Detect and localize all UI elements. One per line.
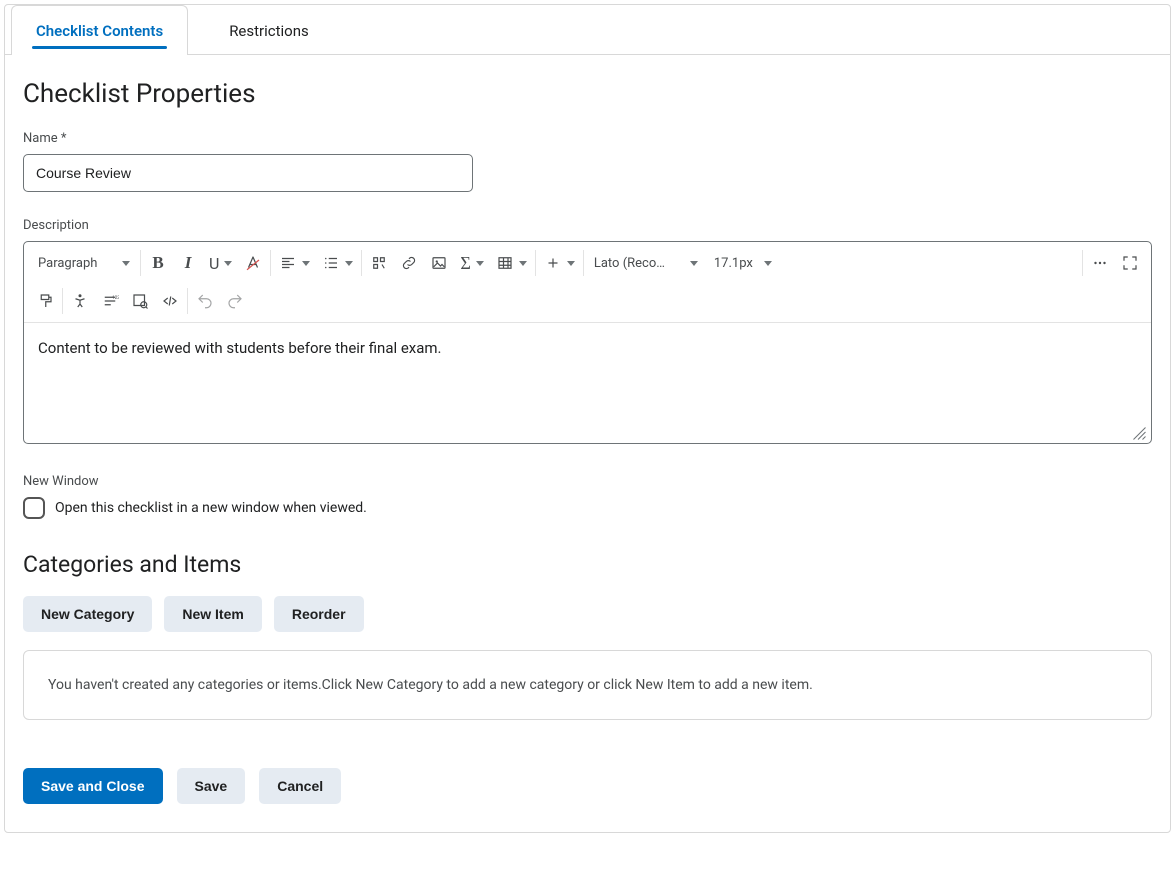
page-frame: Checklist Contents Restrictions Checklis…	[4, 4, 1171, 833]
table-dropdown[interactable]	[490, 246, 533, 280]
new-window-checkbox[interactable]	[23, 497, 45, 519]
empty-state-message: You haven't created any categories or it…	[23, 650, 1152, 720]
chevron-down-icon	[122, 261, 130, 266]
separator	[361, 250, 362, 276]
editor-toolbar: Paragraph B I U	[24, 242, 1151, 323]
svg-text:123: 123	[112, 295, 119, 301]
separator	[583, 250, 584, 276]
heading-categories: Categories and Items	[23, 551, 1152, 578]
accessibility-checker-button[interactable]	[65, 284, 95, 318]
insert-stuff-button[interactable]	[364, 246, 394, 280]
tab-restrictions[interactable]: Restrictions	[204, 5, 334, 54]
format-painter-button[interactable]	[30, 284, 60, 318]
name-input[interactable]	[23, 154, 473, 192]
description-label: Description	[23, 218, 1152, 233]
cancel-button[interactable]: Cancel	[259, 768, 341, 804]
fullscreen-button[interactable]	[1115, 246, 1145, 280]
editor-content[interactable]: Content to be reviewed with students bef…	[24, 323, 1151, 443]
equation-dropdown[interactable]: Σ	[454, 246, 489, 280]
chevron-down-icon	[302, 261, 310, 266]
italic-button[interactable]: I	[173, 246, 203, 280]
content-area: Checklist Properties Name * Description …	[5, 55, 1170, 832]
heading-properties: Checklist Properties	[23, 79, 1152, 109]
new-window-checkbox-label: Open this checklist in a new window when…	[55, 500, 367, 516]
save-and-close-button[interactable]: Save and Close	[23, 768, 163, 804]
separator	[535, 250, 536, 276]
chevron-down-icon	[690, 261, 698, 266]
new-window-label: New Window	[23, 474, 1152, 489]
insert-image-button[interactable]	[424, 246, 454, 280]
new-item-button[interactable]: New Item	[164, 596, 261, 632]
word-count-button[interactable]: 123	[95, 284, 125, 318]
editor-text: Content to be reviewed with students bef…	[38, 339, 442, 357]
chevron-down-icon	[567, 261, 575, 266]
font-size-label: 17.1px	[714, 256, 753, 271]
insert-more-dropdown[interactable]	[538, 246, 581, 280]
paragraph-style-dropdown[interactable]: Paragraph	[30, 246, 138, 280]
chevron-down-icon	[476, 261, 484, 266]
tabs-bar: Checklist Contents Restrictions	[5, 5, 1170, 55]
font-family-dropdown[interactable]: Lato (Recomm…	[586, 246, 706, 280]
name-label: Name *	[23, 131, 1152, 146]
font-color-button[interactable]	[238, 246, 268, 280]
tab-checklist-contents[interactable]: Checklist Contents	[11, 5, 188, 55]
redo-button[interactable]	[220, 284, 250, 318]
reorder-button[interactable]: Reorder	[274, 596, 364, 632]
paragraph-label: Paragraph	[38, 256, 97, 271]
chevron-down-icon	[764, 261, 772, 266]
underline-icon: U	[209, 254, 219, 273]
resize-handle[interactable]	[1129, 423, 1147, 441]
separator	[140, 250, 141, 276]
chevron-down-icon	[345, 261, 353, 266]
more-actions-button[interactable]	[1085, 246, 1115, 280]
preview-button[interactable]	[125, 284, 155, 318]
insert-link-button[interactable]	[394, 246, 424, 280]
separator	[1082, 250, 1083, 276]
underline-dropdown[interactable]: U	[203, 246, 238, 280]
separator	[187, 288, 188, 314]
bold-button[interactable]: B	[143, 246, 173, 280]
font-family-label: Lato (Recomm…	[594, 256, 672, 271]
font-size-dropdown[interactable]: 17.1px	[706, 246, 780, 280]
rich-text-editor: Paragraph B I U	[23, 241, 1152, 444]
align-dropdown[interactable]	[273, 246, 316, 280]
new-category-button[interactable]: New Category	[23, 596, 152, 632]
chevron-down-icon	[224, 261, 232, 266]
list-dropdown[interactable]	[316, 246, 359, 280]
separator	[270, 250, 271, 276]
separator	[62, 288, 63, 314]
chevron-down-icon	[519, 261, 527, 266]
undo-button[interactable]	[190, 284, 220, 318]
source-code-button[interactable]	[155, 284, 185, 318]
save-button[interactable]: Save	[177, 768, 246, 804]
sigma-icon: Σ	[460, 253, 470, 274]
